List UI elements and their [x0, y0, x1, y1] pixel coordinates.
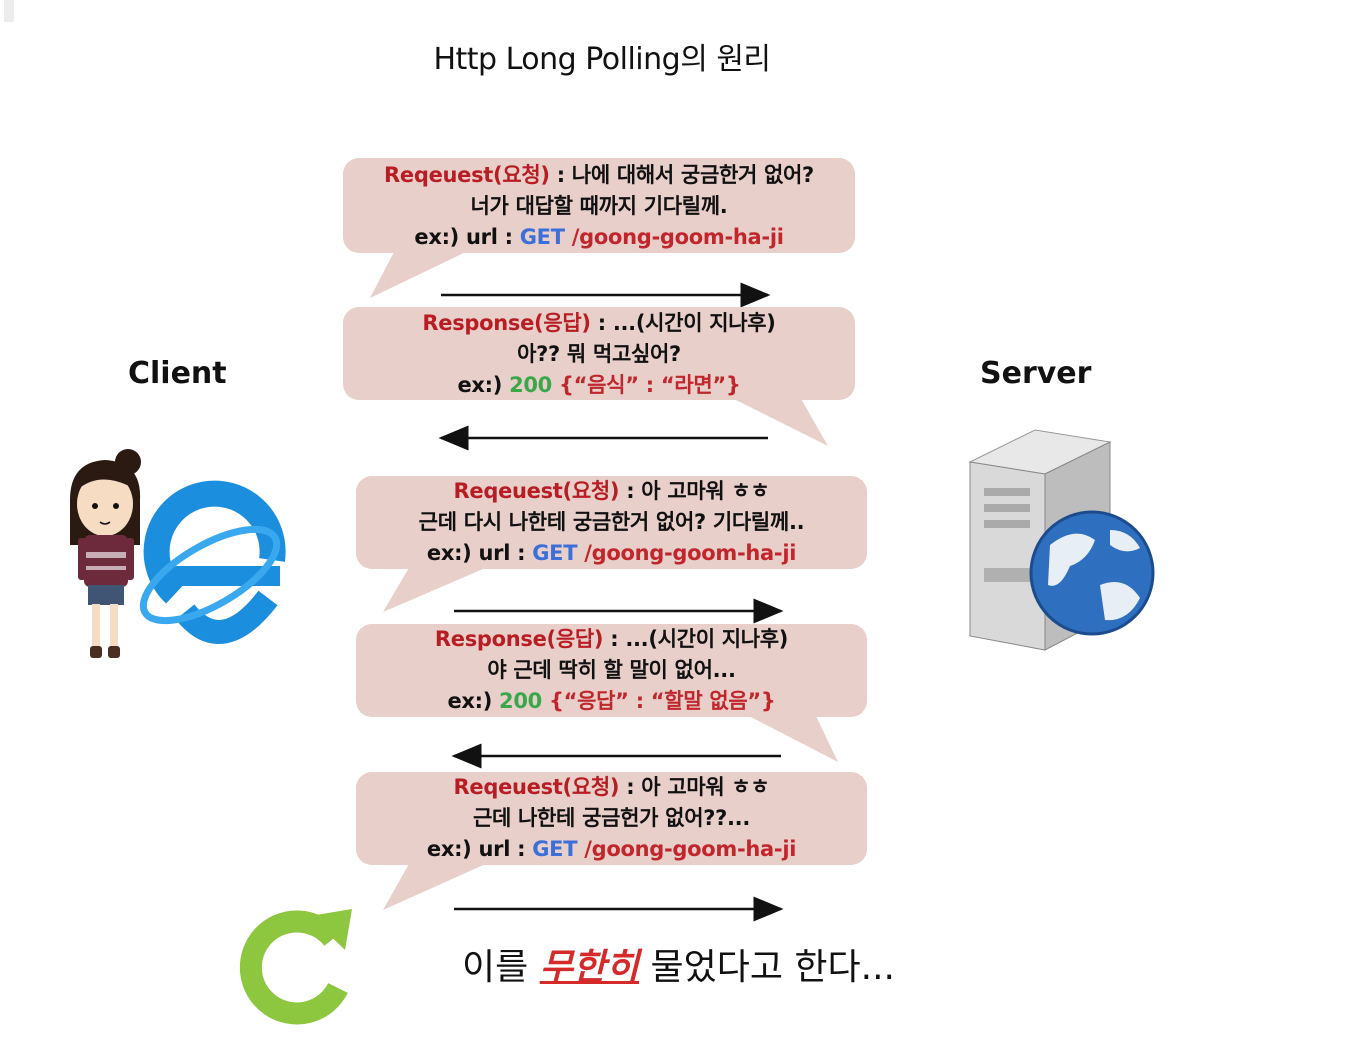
message-1: Reqeuest(요청) : 나에 대해서 궁금한거 없어? 너가 대답할 때까…: [343, 158, 855, 253]
message-1-example: ex:) url : GET /goong-goom-ha-ji: [414, 225, 784, 249]
bubble-tail: [383, 862, 490, 910]
message-4-line1: Response(응답) : ...(시간이 지나후): [434, 627, 789, 651]
bubble-tail: [370, 250, 470, 298]
server-globe-icon: [968, 429, 1155, 651]
footer-emphasis: 무한히: [539, 947, 640, 988]
message-3: Reqeuest(요청) : 아 고마워 ㅎㅎ 근데 다시 나한테 궁금한거 없…: [356, 476, 867, 569]
message-2-example: ex:) 200 {“음식” : “라면”}: [457, 373, 741, 397]
message-3-line1: Reqeuest(요청) : 아 고마워 ㅎㅎ: [453, 479, 770, 503]
internet-explorer-icon: [139, 480, 286, 644]
message-4-example: ex:) 200 {“응답” : “할말 없음”}: [447, 689, 776, 713]
girl-character-icon: [70, 449, 141, 658]
bubble-tail: [383, 566, 490, 612]
message-1-line2: 너가 대답할 때까지 기다릴께.: [470, 194, 728, 218]
message-5-line2: 근데 나한테 궁금헌가 없어??...: [472, 806, 751, 830]
message-2-line1: Response(응답) : ...(시간이 지나후): [422, 311, 776, 335]
message-2-line2: 아?? 뭐 먹고싶어?: [517, 342, 681, 366]
message-5-line1: Reqeuest(요청) : 아 고마워 ㅎㅎ: [453, 775, 770, 799]
footer-caption: 이를 무한히 물었다고 한다...: [462, 947, 895, 988]
refresh-loop-icon: [239, 909, 352, 1025]
message-3-example: ex:) url : GET /goong-goom-ha-ji: [426, 541, 797, 565]
message-1-line1: Reqeuest(요청) : 나에 대해서 궁금한거 없어?: [384, 163, 814, 187]
message-4-line2: 야 근데 딱히 할 말이 없어...: [487, 658, 736, 682]
message-5: Reqeuest(요청) : 아 고마워 ㅎㅎ 근데 나한테 궁금헌가 없어??…: [356, 772, 867, 865]
message-3-line2: 근데 다시 나한테 궁금한거 없어? 기다릴께..: [418, 510, 805, 534]
message-4: Response(응답) : ...(시간이 지나후) 야 근데 딱히 할 말이…: [356, 624, 867, 717]
message-5-example: ex:) url : GET /goong-goom-ha-ji: [426, 837, 797, 861]
message-2: Response(응답) : ...(시간이 지나후) 아?? 뭐 먹고싶어? …: [343, 307, 855, 401]
